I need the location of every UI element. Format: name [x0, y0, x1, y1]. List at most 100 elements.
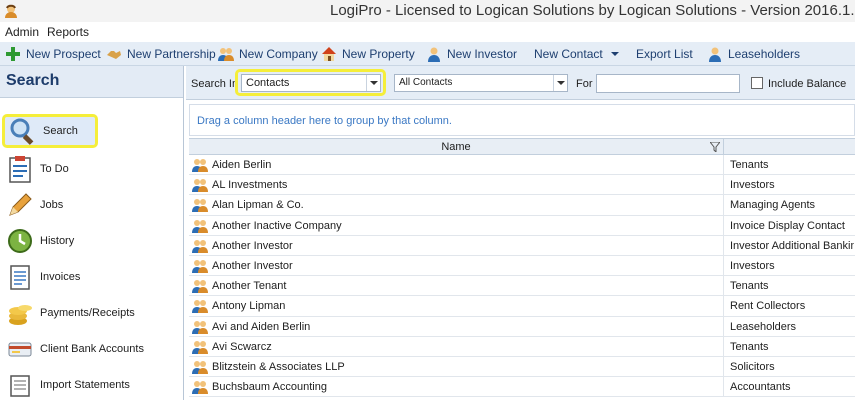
sidebar-item-import-statements[interactable]: Import Statements	[2, 368, 182, 400]
new-property-label: New Property	[342, 47, 415, 61]
leaseholders-label: Leaseholders	[728, 47, 801, 61]
contact-type: Solicitors	[730, 360, 775, 373]
cell-name: Avi and Aiden Berlin	[189, 316, 724, 337]
leaseholder-icon	[709, 47, 721, 62]
menu-admin[interactable]: Admin	[5, 25, 39, 39]
include-balance-label: Include Balance	[768, 78, 847, 90]
window-title: LogiPro - Licensed to Logican Solutions …	[330, 2, 855, 19]
new-contact-label: New Contact	[534, 47, 603, 61]
contact-type: Rent Collectors	[730, 300, 806, 313]
table-row[interactable]: Antony Lipman Rent Collectors	[189, 296, 855, 317]
sidebar-item-invoices[interactable]: Invoices	[2, 260, 182, 294]
sidebar-item-search[interactable]: Search	[2, 114, 98, 148]
contact-name: Another Tenant	[212, 280, 287, 293]
cell-name: Antony Lipman	[189, 296, 724, 317]
new-contact-dropdown[interactable]	[611, 45, 624, 63]
contact-category-select[interactable]: All Contacts	[394, 74, 568, 92]
contact-name: Another Inactive Company	[212, 219, 342, 232]
sidebar-item-label: To Do	[40, 163, 69, 175]
pencil-icon	[4, 189, 36, 221]
contact-type: Investors	[730, 259, 775, 272]
contact-icon	[192, 219, 208, 233]
contact-type: Tenants	[730, 340, 769, 353]
sidebar-item-todo[interactable]: To Do	[2, 152, 182, 186]
column-header-name[interactable]: Name	[189, 139, 724, 155]
table-row[interactable]: AL Investments Investors	[189, 175, 855, 196]
contact-icon	[192, 340, 208, 354]
contact-name: Buchsbaum Accounting	[212, 381, 327, 394]
contact-icon	[192, 159, 208, 172]
new-investor-button[interactable]: New Investor	[426, 45, 517, 63]
contact-type: Investors	[730, 179, 775, 192]
cell-name: Another Investor	[189, 255, 724, 276]
new-prospect-label: New Prospect	[26, 47, 101, 61]
cell-name: Alan Lipman & Co.	[189, 195, 724, 216]
clipboard-icon	[4, 153, 36, 185]
sidebar-item-label: Jobs	[40, 199, 64, 211]
contact-name: AL Investments	[212, 179, 288, 192]
contact-name: Blitzstein & Associates LLP	[212, 360, 345, 373]
contact-type: Leaseholders	[730, 320, 797, 333]
sidebar-item-label: Invoices	[40, 271, 81, 283]
table-row[interactable]: Another Tenant Tenants	[189, 276, 855, 297]
sidebar-item-history[interactable]: History	[2, 224, 182, 258]
table-row[interactable]: Avi Scwarcz Tenants	[189, 336, 855, 357]
menu-bar: Admin Reports	[0, 22, 855, 42]
cell-name: Aiden Berlin	[189, 155, 724, 175]
house-icon	[322, 47, 336, 61]
new-prospect-button[interactable]: New Prospect	[5, 45, 101, 63]
table-row[interactable]: Buchsbaum Accounting Accountants	[189, 377, 855, 398]
table-row[interactable]: Another Investor Investor Additional Bank…	[189, 235, 855, 256]
search-in-label: Search In	[191, 78, 239, 90]
sidebar-item-jobs[interactable]: Jobs	[2, 188, 182, 222]
table-row[interactable]: Avi and Aiden Berlin Leaseholders	[189, 316, 855, 337]
new-property-button[interactable]: New Property	[321, 45, 415, 63]
results-grid: Name Aiden Berlin Tenants AL Investments In…	[189, 138, 855, 398]
table-row[interactable]: Alan Lipman & Co. Managing Agents	[189, 195, 855, 216]
contact-name: Avi and Aiden Berlin	[212, 320, 311, 333]
main-content: Search In Contacts All Contacts For Incl…	[186, 66, 855, 400]
new-partnership-button[interactable]: New Partnership	[106, 45, 216, 63]
table-row[interactable]: Another Investor Investors	[189, 255, 855, 277]
sidebar-item-payments[interactable]: Payments/Receipts	[2, 296, 182, 330]
column-header-type[interactable]	[725, 139, 855, 155]
new-company-label: New Company	[239, 47, 318, 61]
contact-type: Investor Additional Banking	[730, 239, 854, 252]
handshake-icon	[107, 51, 121, 59]
contact-type: Tenants	[730, 159, 769, 171]
cell-name: Blitzstein & Associates LLP	[189, 356, 724, 377]
search-input[interactable]	[596, 74, 740, 93]
export-list-button[interactable]: Export List	[636, 45, 693, 63]
include-balance-checkbox[interactable]	[751, 77, 763, 89]
sidebar-item-label: Payments/Receipts	[40, 307, 135, 319]
magnifier-icon	[7, 115, 39, 147]
table-row[interactable]: Another Inactive Company Invoice Display …	[189, 215, 855, 236]
table-row[interactable]: Blitzstein & Associates LLP Solicitors	[189, 356, 855, 378]
leaseholders-button[interactable]: Leaseholders	[707, 45, 800, 63]
contact-icon	[192, 381, 208, 395]
contact-icon	[192, 360, 208, 374]
menu-reports[interactable]: Reports	[47, 25, 89, 39]
contact-type: Invoice Display Contact	[730, 219, 845, 232]
contact-icon	[192, 280, 208, 294]
toolbar: New Prospect New Partnership New Company…	[0, 42, 855, 66]
sidebar-item-label: Import Statements	[40, 379, 130, 391]
cell-name: AL Investments	[189, 175, 724, 196]
new-company-button[interactable]: New Company	[218, 45, 318, 63]
contact-name: Antony Lipman	[212, 300, 286, 313]
app-logo-icon	[5, 4, 17, 18]
chevron-down-icon	[553, 75, 567, 91]
cell-name: Another Tenant	[189, 276, 724, 297]
group-by-hint: Drag a column header here to group by th…	[197, 115, 452, 127]
cell-name: Buchsbaum Accounting	[189, 377, 724, 398]
contact-icon	[192, 320, 208, 334]
cell-name: Avi Scwarcz	[189, 336, 724, 357]
table-row[interactable]: Aiden Berlin Tenants	[189, 155, 855, 176]
sidebar-item-client-bank-accounts[interactable]: Client Bank Accounts	[2, 332, 182, 366]
new-contact-button[interactable]: New Contact	[534, 45, 603, 63]
sidebar-item-label: History	[40, 235, 75, 247]
contact-icon	[192, 179, 208, 193]
column-filter-icon[interactable]	[710, 142, 720, 152]
group-by-area[interactable]: Drag a column header here to group by th…	[189, 104, 855, 136]
contact-name: Aiden Berlin	[212, 159, 272, 171]
